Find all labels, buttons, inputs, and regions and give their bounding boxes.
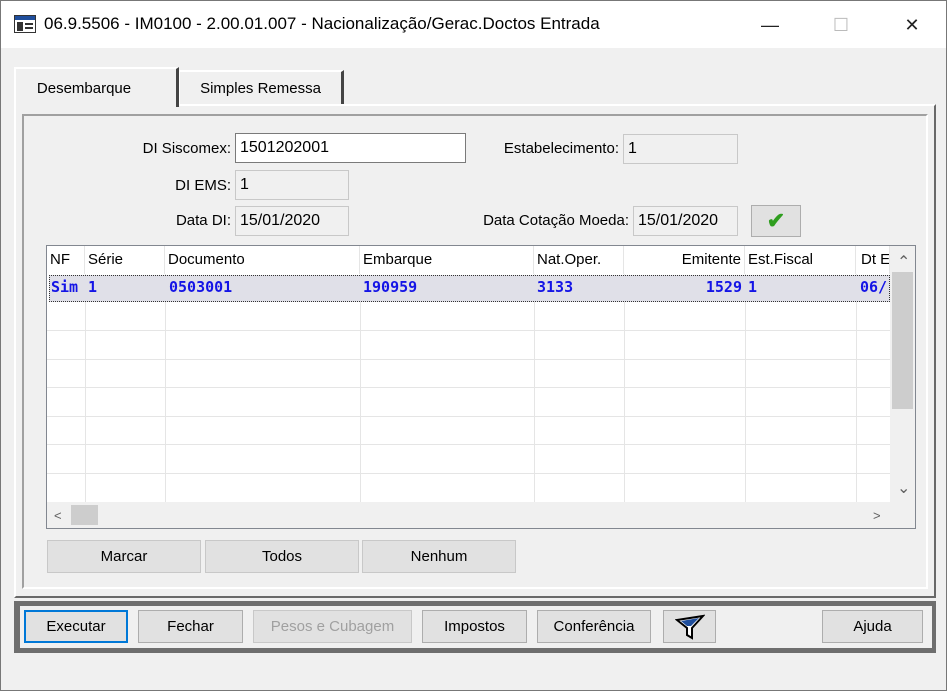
data-cotacao-field: 15/01/2020 (633, 206, 738, 236)
todos-label: Todos (261, 548, 303, 565)
close-button[interactable]: ✕ (889, 9, 935, 41)
grid-header-dt-e[interactable]: Dt E (856, 246, 890, 274)
tab-desembarque[interactable]: Desembarque (14, 67, 179, 107)
grid-header-nat-oper[interactable]: Nat.Oper. (534, 246, 624, 274)
conferencia-button[interactable]: Conferência (537, 610, 651, 643)
check-icon: ✔ (766, 208, 786, 233)
close-icon: ✕ (904, 14, 920, 35)
vertical-scroll-thumb[interactable] (892, 272, 913, 409)
documents-grid[interactable]: NF Série Documento Embarque Nat.Oper. Em… (46, 245, 916, 529)
scroll-left-icon[interactable]: < (54, 508, 62, 523)
app-icon (14, 15, 36, 33)
fechar-label: Fechar (167, 618, 214, 635)
cell-est-fiscal[interactable]: 1 (748, 278, 853, 296)
cell-nat-oper[interactable]: 3133 (537, 278, 621, 296)
cell-documento[interactable]: 0503001 (169, 278, 357, 296)
scroll-up-icon[interactable]: ⌃ (897, 252, 910, 272)
maximize-icon: ☐ (832, 14, 850, 35)
ajuda-button[interactable]: Ajuda (822, 610, 923, 643)
grid-header-nf[interactable]: NF (47, 246, 85, 274)
table-row[interactable] (47, 331, 890, 360)
di-siscomex-label: DI Siscomex: (142, 140, 231, 157)
impostos-label: Impostos (444, 618, 505, 635)
cell-dt-e[interactable]: 06/ (860, 278, 890, 296)
pesos-cubagem-label: Pesos e Cubagem (270, 618, 395, 635)
cell-nf[interactable]: Sim (51, 278, 84, 296)
window-title: 06.9.5506 - IM0100 - 2.00.01.007 - Nacio… (44, 14, 600, 33)
funnel-icon (674, 614, 705, 640)
table-row[interactable] (47, 416, 890, 445)
tab-simples-remessa-label: Simples Remessa (200, 80, 321, 97)
maximize-button[interactable]: ☐ (818, 9, 864, 41)
confirm-button[interactable]: ✔ (751, 205, 801, 237)
conferencia-label: Conferência (553, 618, 635, 635)
estabelecimento-label: Estabelecimento: (503, 140, 619, 157)
table-row[interactable] (47, 445, 890, 474)
cell-emitente[interactable]: 1529 (627, 278, 742, 296)
grid-header-emitente[interactable]: Emitente (624, 246, 745, 274)
executar-label: Executar (46, 618, 106, 635)
fechar-button[interactable]: Fechar (138, 610, 243, 643)
minimize-icon: — (761, 14, 779, 35)
scroll-down-icon[interactable]: ⌄ (897, 478, 910, 498)
cell-embarque[interactable]: 190959 (363, 278, 531, 296)
di-ems-field: 1 (235, 170, 349, 200)
estabelecimento-field: 1 (623, 134, 738, 164)
table-row[interactable] (47, 473, 890, 502)
nenhum-button[interactable]: Nenhum (362, 540, 516, 573)
marcar-button[interactable]: Marcar (47, 540, 201, 573)
grid-header-documento[interactable]: Documento (165, 246, 360, 274)
todos-button[interactable]: Todos (205, 540, 359, 573)
horizontal-scroll-thumb[interactable] (71, 505, 98, 525)
tab-desembarque-label: Desembarque (36, 80, 132, 97)
horizontal-scrollbar[interactable] (47, 502, 915, 528)
data-di-label: Data DI: (175, 212, 231, 229)
di-siscomex-input[interactable]: 1501202001 (235, 133, 466, 163)
grid-header-est-fiscal[interactable]: Est.Fiscal (745, 246, 856, 274)
data-cotacao-label: Data Cotação Moeda: (483, 212, 629, 229)
table-row[interactable] (47, 302, 890, 331)
table-row[interactable] (47, 388, 890, 417)
minimize-button[interactable]: — (747, 9, 793, 41)
data-di-field: 15/01/2020 (235, 206, 349, 236)
grid-header-embarque[interactable]: Embarque (360, 246, 534, 274)
application-window: 06.9.5506 - IM0100 - 2.00.01.007 - Nacio… (0, 0, 947, 691)
marcar-label: Marcar (100, 548, 148, 565)
table-row[interactable] (47, 359, 890, 388)
filter-button[interactable] (663, 610, 716, 643)
scroll-right-icon[interactable]: > (873, 508, 881, 523)
pesos-cubagem-button[interactable]: Pesos e Cubagem (253, 610, 412, 643)
grid-header-serie[interactable]: Série (85, 246, 165, 274)
cell-serie[interactable]: 1 (88, 278, 162, 296)
title-bar: 06.9.5506 - IM0100 - 2.00.01.007 - Nacio… (1, 1, 946, 48)
impostos-button[interactable]: Impostos (422, 610, 527, 643)
executar-button[interactable]: Executar (24, 610, 128, 643)
tab-simples-remessa[interactable]: Simples Remessa (179, 70, 344, 104)
ajuda-label: Ajuda (853, 618, 892, 635)
nenhum-label: Nenhum (410, 548, 468, 565)
di-ems-label: DI EMS: (175, 177, 231, 194)
